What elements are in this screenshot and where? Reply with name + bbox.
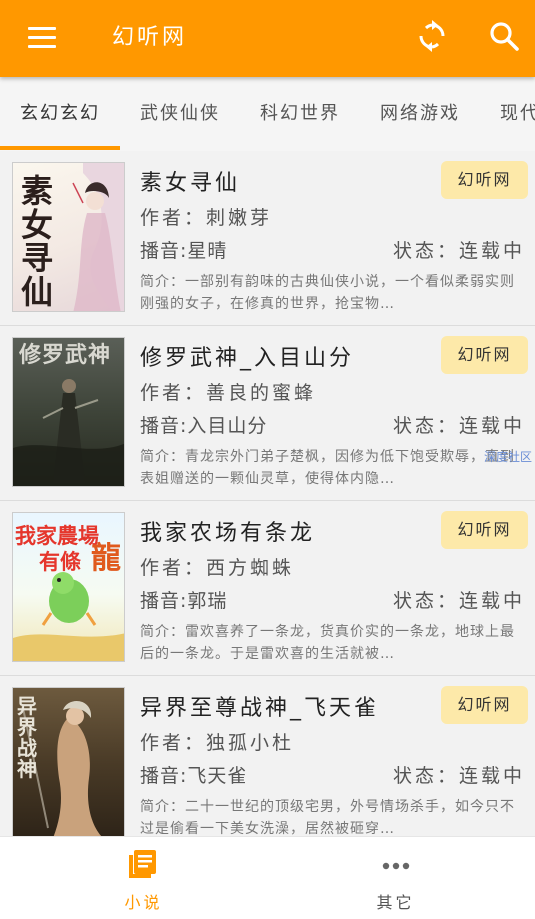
watermark-text: 深度社区 bbox=[484, 450, 533, 464]
book-item[interactable]: 异界战神 异界至尊战神_飞天雀 作者：独孤小杜 播音:飞天雀 状态：连载中 简介… bbox=[0, 676, 535, 836]
book-list: 素女寻仙 素女寻仙 作者：刺嫩芽 播音:星晴 状态：连载中 简介：一部别有韵味的… bbox=[0, 151, 535, 836]
category-tabs: 玄幻玄幻 武侠仙侠 科幻世界 网络游戏 现代 bbox=[0, 77, 535, 151]
refresh-icon[interactable] bbox=[412, 16, 452, 56]
cover-title: 素女寻仙 bbox=[21, 172, 54, 311]
book-author: 作者：独孤小杜 bbox=[140, 732, 295, 754]
source-badge: 幻听网 bbox=[441, 511, 528, 549]
book-author: 作者：善良的蜜蜂 bbox=[140, 382, 317, 404]
cover-title-line-3: 龍 bbox=[91, 541, 121, 576]
nav-item-novels[interactable]: 小说 bbox=[10, 837, 277, 919]
book-title: 我家农场有条龙 bbox=[140, 521, 316, 546]
cover-title: 异界战神 bbox=[17, 694, 37, 781]
book-item[interactable]: 素女寻仙 素女寻仙 作者：刺嫩芽 播音:星晴 状态：连载中 简介：一部别有韵味的… bbox=[0, 151, 535, 326]
search-icon[interactable] bbox=[484, 16, 524, 56]
cover-title-line-1: 我家農場 bbox=[15, 523, 99, 548]
bottom-navigation: 小说 其它 bbox=[0, 836, 535, 919]
tab-wangyou[interactable]: 网络游戏 bbox=[380, 77, 460, 151]
book-status: 状态：连载中 bbox=[392, 415, 525, 437]
book-narrator: 播音:郭瑞 bbox=[140, 590, 228, 612]
source-badge: 幻听网 bbox=[441, 161, 528, 199]
book-cover: 异界战神 bbox=[12, 687, 125, 836]
book-author: 作者：西方蜘蛛 bbox=[140, 557, 295, 579]
book-status: 状态：连载中 bbox=[392, 590, 525, 612]
book-summary: 简介：二十一世纪的顶级宅男，外号情场杀手，如今只不过是偷看一下美女洗澡，居然被砸… bbox=[140, 799, 515, 836]
app-bar: 幻听网 bbox=[0, 0, 535, 77]
book-summary: 简介：一部别有韵味的古典仙侠小说，一个看似柔弱实则刚强的女子，在修真的世界，抢宝… bbox=[140, 274, 515, 312]
book-narrator: 播音:星晴 bbox=[140, 240, 228, 262]
cover-title: 修罗武神 bbox=[19, 342, 112, 368]
book-list-icon bbox=[129, 850, 156, 878]
book-author: 作者：刺嫩芽 bbox=[140, 207, 273, 229]
nav-item-other[interactable]: 其它 bbox=[262, 837, 529, 919]
tab-wuxia[interactable]: 武侠仙侠 bbox=[140, 77, 220, 151]
source-badge: 幻听网 bbox=[441, 336, 528, 374]
book-title: 素女寻仙 bbox=[140, 171, 241, 196]
book-narrator: 播音:入目山分 bbox=[140, 415, 268, 437]
book-title: 异界至尊战神_飞天雀 bbox=[140, 696, 380, 721]
nav-label-other: 其它 bbox=[376, 893, 415, 912]
nav-label-novels: 小说 bbox=[124, 893, 163, 912]
tab-xuanhuan[interactable]: 玄幻玄幻 bbox=[20, 77, 100, 151]
book-summary: 简介：雷欢喜养了一条龙，货真价实的一条龙，地球上最后的一条龙。于是雷欢喜的生活就… bbox=[140, 624, 515, 662]
book-item[interactable]: 我家農場 有條 龍 我家农场有条龙 作者：西方蜘蛛 播音:郭瑞 状态：连载中 简… bbox=[0, 501, 535, 676]
book-title: 修罗武神_入目山分 bbox=[140, 346, 355, 371]
book-item[interactable]: 修罗武神 修罗武神_入目山分 作者：善良的蜜蜂 播音:入目山分 状态：连载中 简… bbox=[0, 326, 535, 501]
book-narrator: 播音:飞天雀 bbox=[140, 765, 248, 787]
cover-title-line-2: 有條 bbox=[39, 549, 81, 574]
more-dots-icon bbox=[382, 862, 410, 870]
tab-indicator bbox=[0, 146, 120, 150]
book-status: 状态：连载中 bbox=[392, 765, 525, 787]
book-status: 状态：连载中 bbox=[392, 240, 525, 262]
book-cover: 素女寻仙 bbox=[12, 162, 125, 312]
book-cover: 我家農場 有條 龍 bbox=[12, 512, 125, 662]
book-summary: 简介：青龙宗外门弟子楚枫，因修为低下饱受欺辱，直到表姐赠送的一颗仙灵草，使得体内… bbox=[140, 449, 515, 487]
tab-xiandai[interactable]: 现代 bbox=[500, 77, 535, 151]
app-title: 幻听网 bbox=[112, 25, 188, 50]
source-badge: 幻听网 bbox=[441, 686, 528, 724]
book-cover: 修罗武神 bbox=[12, 337, 125, 487]
menu-icon[interactable] bbox=[18, 18, 62, 58]
tab-kehuan[interactable]: 科幻世界 bbox=[260, 77, 340, 151]
